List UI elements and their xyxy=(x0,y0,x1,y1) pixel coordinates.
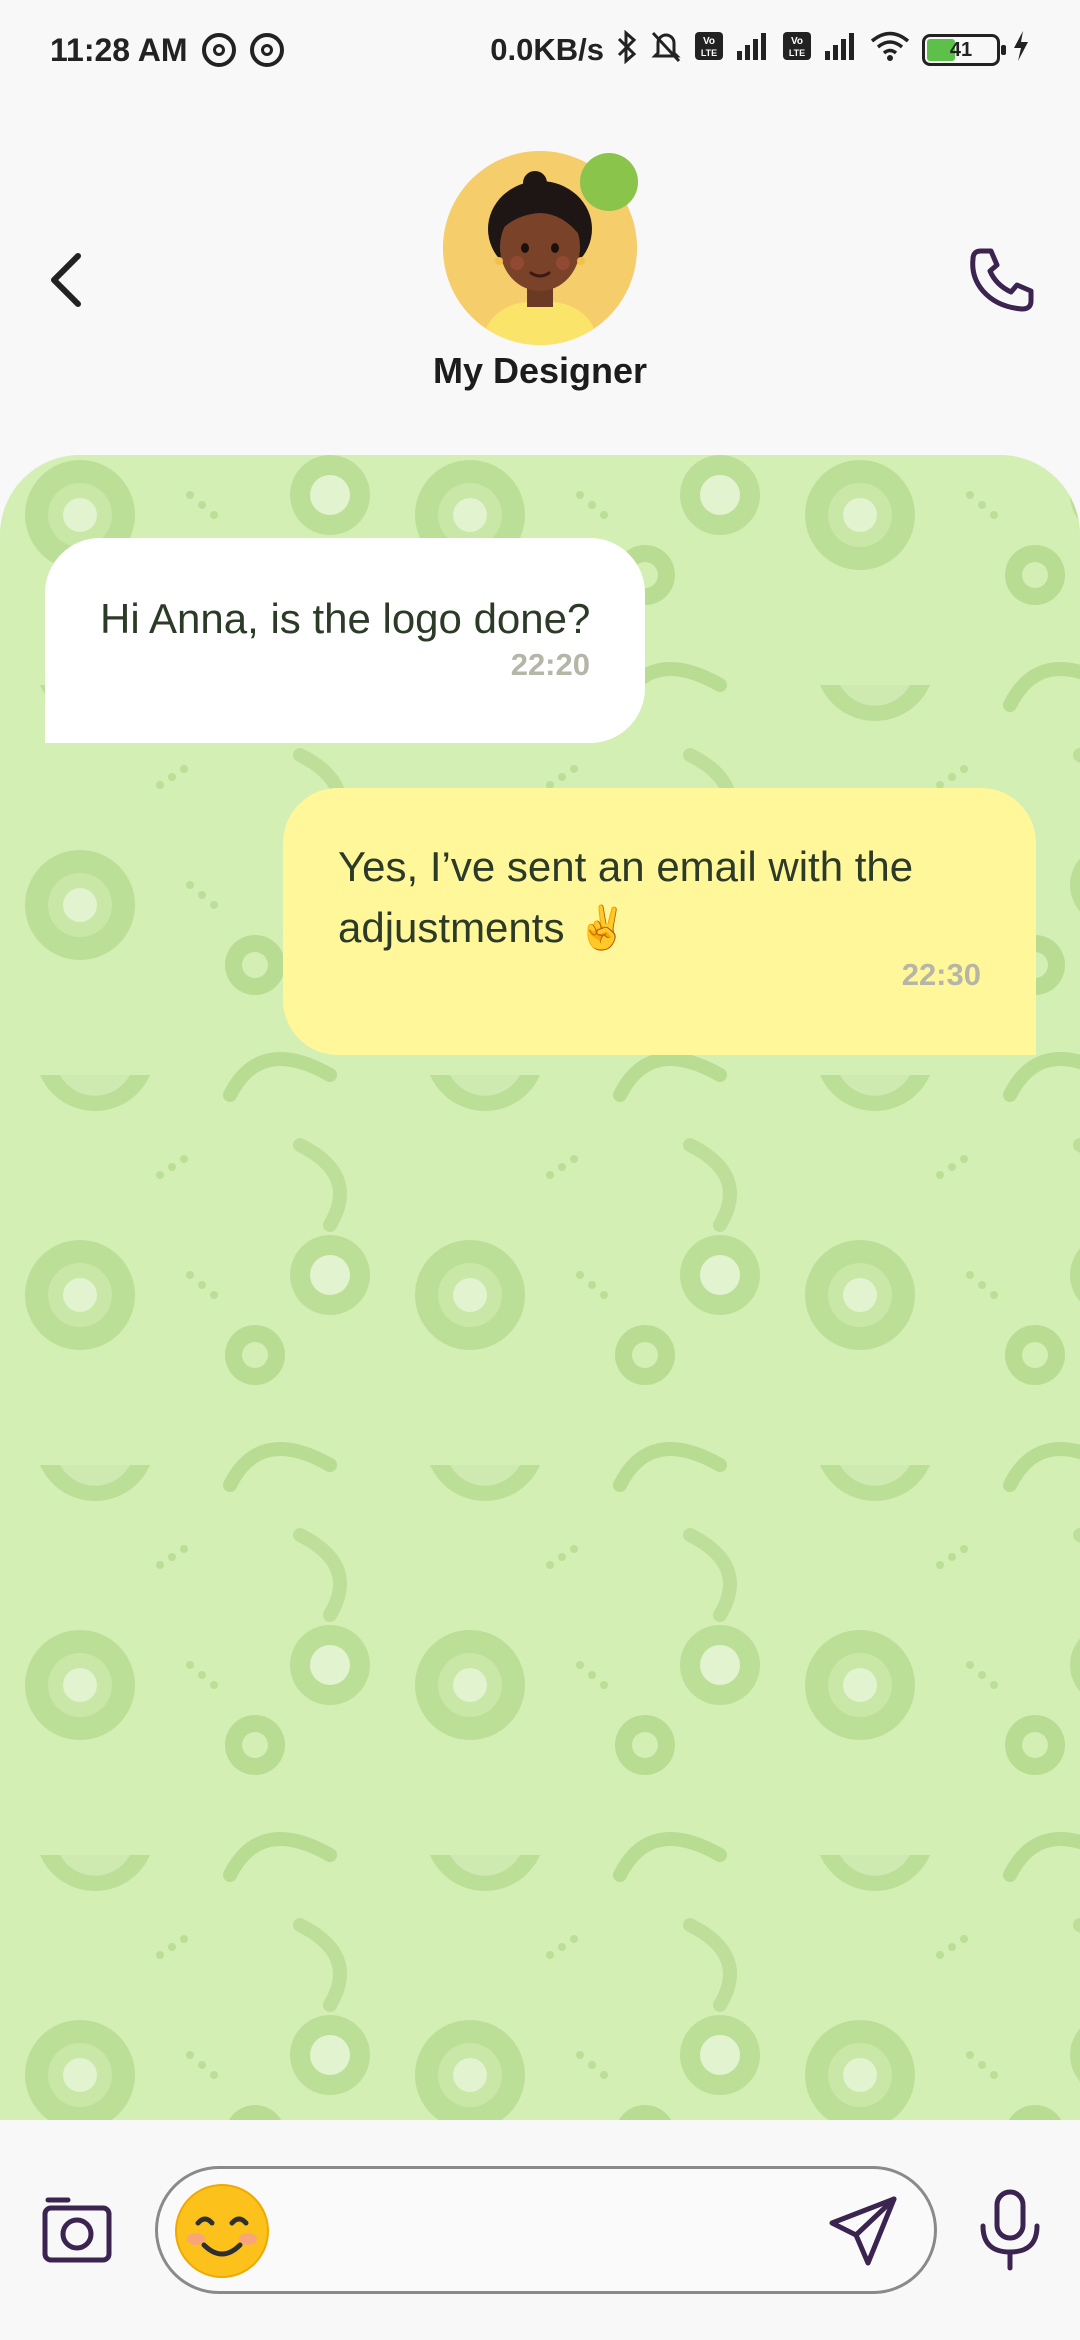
online-status-dot xyxy=(580,153,638,211)
volte-icon: Vo LTE xyxy=(782,31,812,69)
message-composer[interactable] xyxy=(155,2166,937,2294)
hotspot-icon xyxy=(249,33,284,67)
battery-icon: 41 xyxy=(922,34,1006,66)
bluetooth-icon xyxy=(616,29,638,70)
message-time: 22:20 xyxy=(510,647,590,682)
message-bubble-incoming[interactable]: Hi Anna, is the logo done? 22:20 xyxy=(45,538,645,743)
status-bar: 11:28 AM 0.0KB/s Vo LTE Vo LTE 41 xyxy=(0,0,1080,100)
svg-text:LTE: LTE xyxy=(701,48,717,58)
status-bar-left: 11:28 AM xyxy=(50,32,284,69)
svg-text:Vo: Vo xyxy=(703,36,715,47)
composer-bar xyxy=(0,2120,1080,2340)
hotspot-icon xyxy=(201,33,236,67)
chat-header: My Designer xyxy=(0,100,1080,450)
microphone-icon xyxy=(980,2189,1040,2271)
send-icon xyxy=(829,2196,897,2266)
message-input[interactable] xyxy=(288,2189,772,2275)
volte-icon: Vo LTE xyxy=(694,31,724,69)
camera-icon xyxy=(42,2197,112,2263)
status-bar-right: 0.0KB/s Vo LTE Vo LTE 41 xyxy=(490,29,1030,71)
signal-icon xyxy=(824,31,858,69)
emoji-icon xyxy=(175,2184,269,2278)
call-button[interactable] xyxy=(962,235,1042,325)
message-bubble-outgoing[interactable]: Yes, I’ve sent an email with the adjustm… xyxy=(283,788,1036,1055)
camera-button[interactable] xyxy=(40,2192,115,2267)
back-icon xyxy=(51,253,81,307)
emoji-button[interactable] xyxy=(174,2183,270,2279)
battery-level: 41 xyxy=(949,38,973,61)
send-button[interactable] xyxy=(824,2191,904,2271)
svg-text:LTE: LTE xyxy=(789,48,805,58)
signal-icon xyxy=(736,31,770,69)
charging-icon xyxy=(1012,30,1030,70)
back-button[interactable] xyxy=(35,240,95,320)
phone-icon xyxy=(970,248,1034,312)
status-time: 11:28 AM xyxy=(50,31,188,68)
message-text: Yes, I’ve sent an email with the adjustm… xyxy=(338,843,914,951)
net-speed: 0.0KB/s xyxy=(490,32,604,67)
wifi-icon xyxy=(870,30,910,70)
svg-text:Vo: Vo xyxy=(791,36,803,47)
message-time: 22:30 xyxy=(901,957,981,992)
mute-icon xyxy=(650,29,682,71)
microphone-button[interactable] xyxy=(975,2188,1045,2272)
chat-area[interactable]: Hi Anna, is the logo done? 22:20 Yes, I’… xyxy=(0,455,1080,2120)
contact-name[interactable]: My Designer xyxy=(0,350,1080,392)
